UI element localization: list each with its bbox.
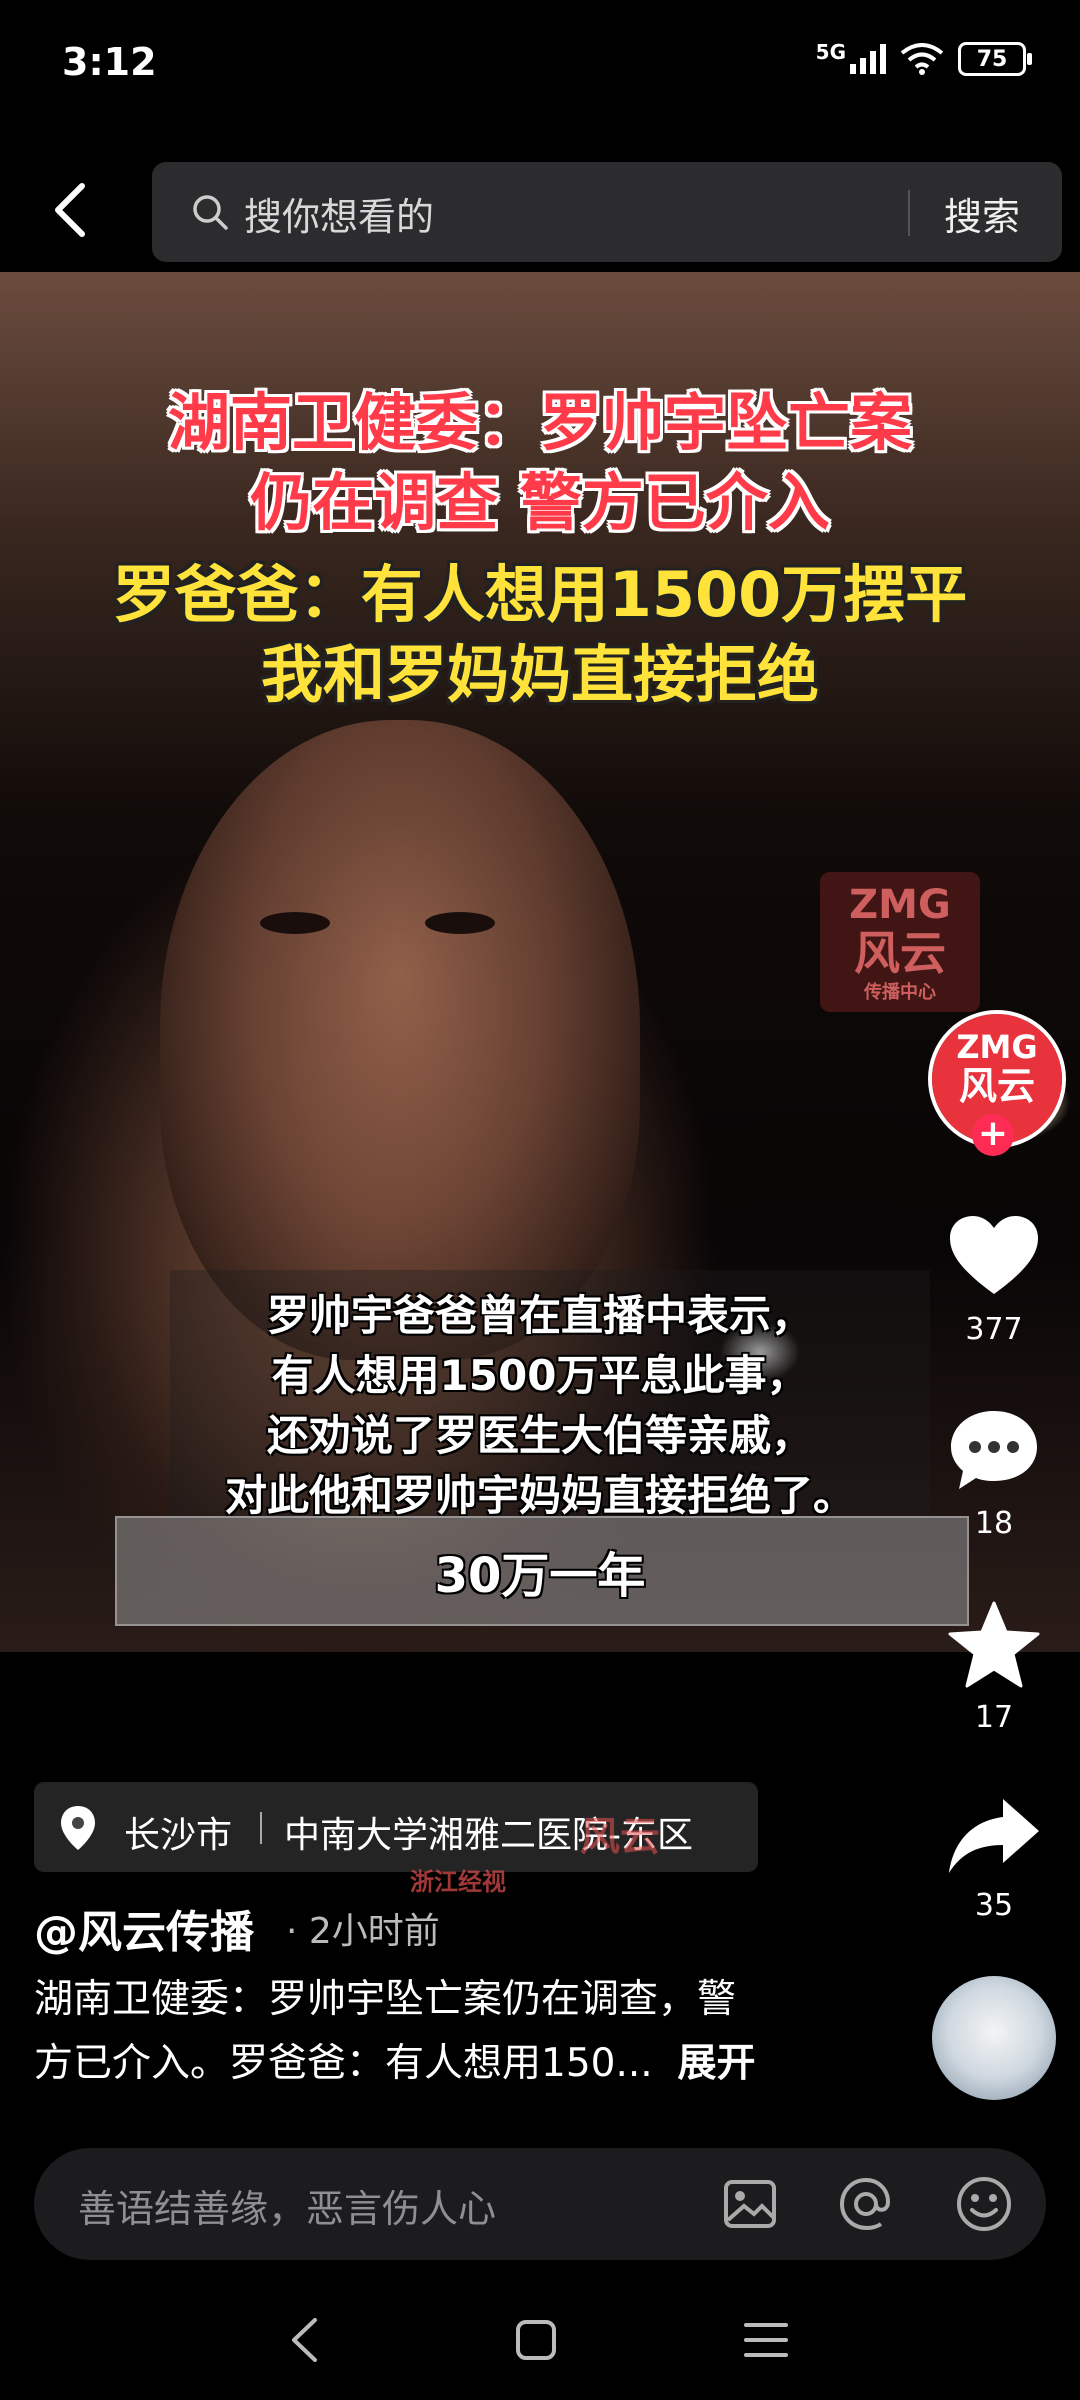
subtitle-line-2: 有人想用1500万平息此事， [271, 1351, 809, 1400]
subtitle-line-3: 还劝说了罗医生大伯等亲戚， [266, 1411, 813, 1460]
video-face [160, 720, 640, 1360]
like-count: 377 [965, 1312, 1023, 1347]
search-placeholder: 搜你想看的 [244, 195, 435, 239]
price-caption: 30万一年 [434, 1548, 646, 1604]
image-icon [724, 2180, 776, 2228]
author-name[interactable]: @风云传播 [34, 1896, 254, 1960]
watermark-text-1: ZMG [849, 882, 951, 928]
image-button[interactable] [718, 2172, 782, 2236]
battery-icon: 75 [958, 42, 1032, 76]
at-icon [839, 2177, 891, 2231]
comment-button[interactable] [944, 1404, 1044, 1494]
nav-home-button[interactable] [496, 2300, 576, 2380]
watermark-text-3: 传播中心 [864, 982, 936, 1003]
search-divider [908, 190, 910, 236]
search-button[interactable]: 搜索 [944, 186, 1020, 241]
headline-yellow-1: 罗爸爸：有人想用1500万摆平 [112, 558, 968, 631]
location-separator [260, 1812, 262, 1844]
nav-back-icon [292, 2318, 317, 2362]
post-time: · 2小时前 [286, 1911, 440, 1952]
mention-button[interactable] [834, 2172, 898, 2236]
heart-icon [950, 1216, 1038, 1294]
watermark-text-2: 风云 [854, 926, 946, 980]
status-time: 3:12 [62, 40, 157, 84]
location-pin-icon [61, 1806, 95, 1850]
network-label: 5G [815, 40, 846, 64]
share-icon [949, 1799, 1039, 1873]
headline-red-2: 仍在调查 警方已介入 [250, 466, 830, 539]
headline-red-1: 湖南卫健委：罗帅宇坠亡案 [167, 386, 912, 459]
subtitle-line-4: 对此他和罗帅宇妈妈直接拒绝了。 [224, 1471, 855, 1520]
nav-back-button[interactable] [264, 2300, 344, 2380]
comment-placeholder: 善语结善缘，恶言伤人心 [78, 2187, 497, 2231]
wifi-icon [900, 43, 944, 75]
avatar-logo-text-2: 风云 [958, 1064, 1035, 1108]
battery-level: 75 [976, 46, 1008, 72]
like-button[interactable] [944, 1210, 1044, 1300]
emoji-icon [957, 2177, 1011, 2231]
signal-icon [850, 44, 886, 74]
emoji-button[interactable] [952, 2172, 1016, 2236]
video-eye-right [425, 912, 495, 934]
nav-menu-icon [744, 2323, 788, 2357]
status-indicators: 5G 75 [815, 40, 1032, 76]
favorite-button[interactable] [944, 1600, 1044, 1690]
back-arrow-icon [55, 183, 85, 237]
headline-yellow-2: 我和罗妈妈直接拒绝 [260, 638, 819, 711]
star-icon [948, 1601, 1040, 1688]
nav-menu-button[interactable] [726, 2300, 806, 2380]
bottom-watermark-2: 风云 [580, 1814, 660, 1860]
video-eye-left [260, 912, 330, 934]
share-button[interactable] [944, 1790, 1044, 1880]
expand-link[interactable]: 展开 [677, 2041, 755, 2086]
comment-icon [951, 1411, 1037, 1489]
share-count: 35 [974, 1888, 1014, 1923]
description-line-2: 方已介入。罗爸爸：有人想用150... [34, 2041, 653, 2086]
back-button[interactable] [40, 170, 100, 250]
description-line-1: 湖南卫健委：罗帅宇坠亡案仍在调查，警 [34, 1977, 737, 2022]
bottom-watermark-1: 浙江经视 [410, 1868, 506, 1896]
description-line-2-wrap: 方已介入。罗爸爸：有人想用150... 展开 [34, 2032, 834, 2096]
comment-count: 18 [974, 1506, 1014, 1541]
zmg-watermark: ZMG 风云 传播中心 [820, 872, 980, 1012]
favorite-count: 17 [974, 1700, 1014, 1735]
subtitle-line-1: 罗帅宇爸爸曾在直播中表示， [266, 1291, 813, 1340]
nav-home-icon [516, 2320, 556, 2360]
location-city: 长沙市 [124, 1815, 233, 1856]
music-avatar[interactable] [932, 1976, 1056, 2100]
follow-button[interactable]: + [972, 1114, 1014, 1156]
post-description[interactable]: 湖南卫健委：罗帅宇坠亡案仍在调查，警 方已介入。罗爸爸：有人想用150... 展… [34, 1968, 834, 2096]
search-icon [193, 195, 228, 230]
